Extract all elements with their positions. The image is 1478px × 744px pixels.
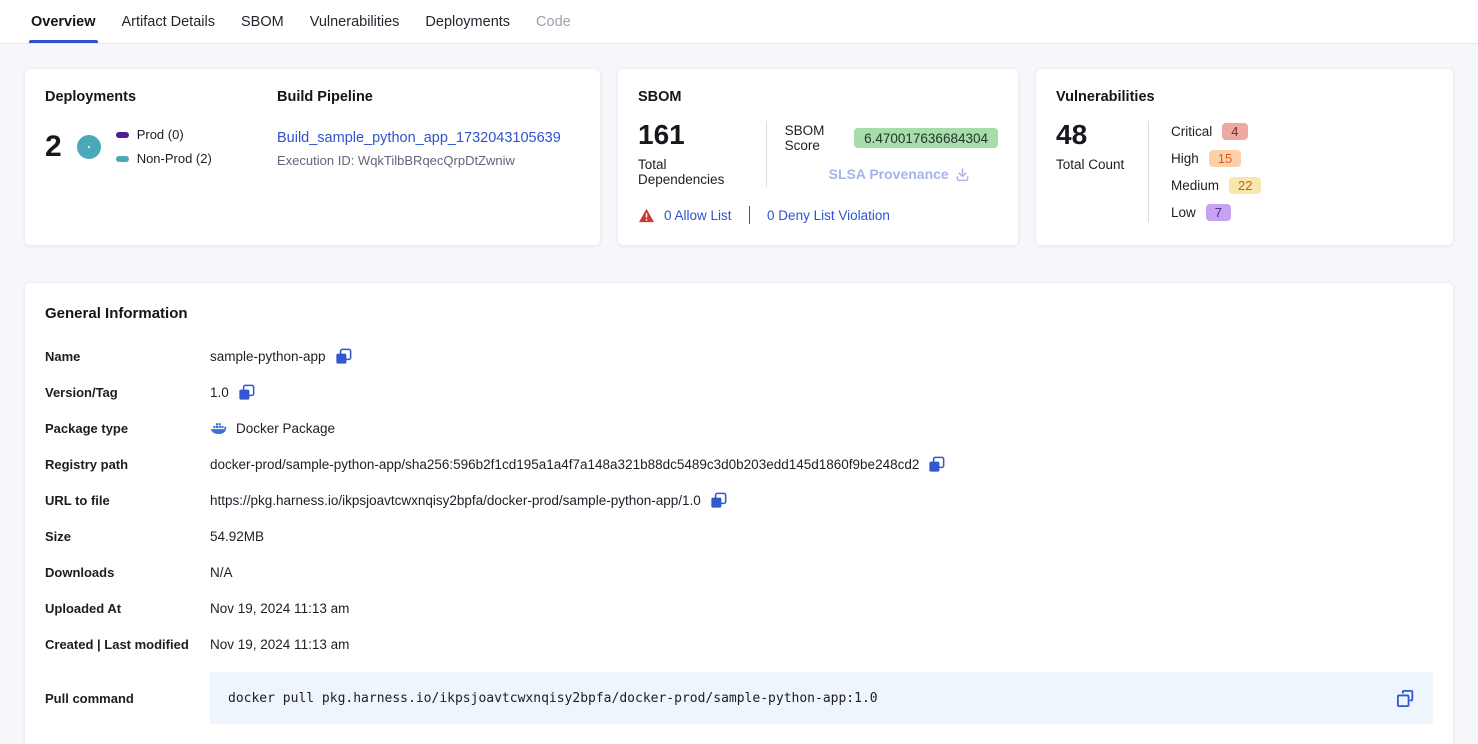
- vulnerabilities-card: Vulnerabilities 48 Total Count Critical …: [1035, 68, 1454, 246]
- name-value: sample-python-app: [210, 349, 326, 364]
- vulnerabilities-total-label: Total Count: [1056, 157, 1148, 172]
- copy-icon[interactable]: [710, 492, 727, 509]
- pull-command-label: Pull command: [45, 691, 210, 706]
- summary-cards-row: Deployments 2 Prod (0) Non-Prod (2): [24, 68, 1454, 246]
- pull-command-box: docker pull pkg.harness.io/ikpsjoavtcwxn…: [210, 672, 1433, 724]
- deployments-card: Deployments 2 Prod (0) Non-Prod (2): [24, 68, 601, 246]
- warning-icon: [638, 208, 655, 223]
- severity-row-low: Low 7: [1171, 202, 1261, 222]
- slsa-provenance-link[interactable]: SLSA Provenance: [829, 166, 998, 182]
- pull-command-text: docker pull pkg.harness.io/ikpsjoavtcwxn…: [228, 691, 878, 706]
- copy-icon[interactable]: [335, 348, 352, 365]
- row-downloads: Downloads N/A: [45, 554, 1433, 590]
- copy-icon[interactable]: [928, 456, 945, 473]
- sbom-score-badge: 6.470017636684304: [854, 128, 998, 148]
- package-type-label: Package type: [45, 421, 210, 436]
- legend-item-prod: Prod (0): [116, 127, 212, 142]
- high-label: High: [1171, 151, 1199, 166]
- uploaded-at-label: Uploaded At: [45, 601, 210, 616]
- download-icon: [955, 167, 970, 182]
- critical-count-badge: 4: [1222, 123, 1247, 140]
- low-label: Low: [1171, 205, 1196, 220]
- vertical-divider: [766, 121, 767, 187]
- row-package-type: Package type Docker Package: [45, 410, 1433, 446]
- medium-count-badge: 22: [1229, 177, 1261, 194]
- tab-overview[interactable]: Overview: [31, 0, 96, 43]
- critical-label: Critical: [1171, 124, 1212, 139]
- medium-label: Medium: [1171, 178, 1219, 193]
- created-modified-label: Created | Last modified: [45, 637, 210, 652]
- version-tag-value: 1.0: [210, 385, 229, 400]
- tab-code: Code: [536, 0, 571, 43]
- general-information-card: General Information Name sample-python-a…: [24, 282, 1454, 744]
- build-pipeline-title: Build Pipeline: [277, 89, 580, 105]
- deny-list-link[interactable]: 0 Deny List Violation: [767, 208, 890, 223]
- tab-sbom[interactable]: SBOM: [241, 0, 284, 43]
- sbom-total-count: 161: [638, 121, 748, 149]
- build-pipeline-link[interactable]: Build_sample_python_app_1732043105639: [277, 130, 580, 146]
- allow-list-link[interactable]: 0 Allow List: [664, 208, 732, 223]
- row-name: Name sample-python-app: [45, 338, 1433, 374]
- low-count-badge: 7: [1206, 204, 1231, 221]
- tab-bar: Overview Artifact Details SBOM Vulnerabi…: [0, 0, 1478, 44]
- registry-path-label: Registry path: [45, 457, 210, 472]
- url-to-file-value: https://pkg.harness.io/ikpsjoavtcwxnqisy…: [210, 493, 701, 508]
- vulnerabilities-total-count: 48: [1056, 121, 1148, 149]
- vulnerabilities-title: Vulnerabilities: [1056, 89, 1433, 105]
- row-version-tag: Version/Tag 1.0: [45, 374, 1433, 410]
- deployments-count: 2: [45, 132, 62, 162]
- slsa-provenance-label: SLSA Provenance: [829, 166, 949, 182]
- prod-legend-label: Prod (0): [137, 127, 184, 142]
- link-divider: [749, 206, 751, 224]
- general-information-title: General Information: [45, 305, 1433, 322]
- size-label: Size: [45, 529, 210, 544]
- sbom-total-label: Total Dependencies: [638, 157, 748, 187]
- url-to-file-label: URL to file: [45, 493, 210, 508]
- high-count-badge: 15: [1209, 150, 1241, 167]
- nonprod-legend-dot: [116, 156, 129, 162]
- package-type-value: Docker Package: [236, 421, 335, 436]
- registry-path-value: docker-prod/sample-python-app/sha256:596…: [210, 457, 919, 472]
- sbom-card: SBOM 161 Total Dependencies SBOM Score 6…: [617, 68, 1019, 246]
- copy-icon[interactable]: [238, 384, 255, 401]
- severity-row-medium: Medium 22: [1171, 175, 1261, 195]
- uploaded-at-value: Nov 19, 2024 11:13 am: [210, 601, 349, 616]
- name-label: Name: [45, 349, 210, 364]
- downloads-value: N/A: [210, 565, 233, 580]
- row-created-modified: Created | Last modified Nov 19, 2024 11:…: [45, 626, 1433, 662]
- vulnerabilities-total-stat: 48 Total Count: [1056, 121, 1148, 222]
- tab-vulnerabilities[interactable]: Vulnerabilities: [310, 0, 400, 43]
- main-content: Deployments 2 Prod (0) Non-Prod (2): [0, 44, 1478, 744]
- row-uploaded-at: Uploaded At Nov 19, 2024 11:13 am: [45, 590, 1433, 626]
- row-registry-path: Registry path docker-prod/sample-python-…: [45, 446, 1433, 482]
- docker-icon: [210, 421, 227, 435]
- deployments-donut-chart: [77, 135, 101, 159]
- prod-legend-dot: [116, 132, 129, 138]
- sbom-title: SBOM: [638, 89, 998, 105]
- sbom-score-label: SBOM Score: [785, 123, 846, 153]
- vertical-divider: [1148, 121, 1149, 222]
- row-url-to-file: URL to file https://pkg.harness.io/ikpsj…: [45, 482, 1433, 518]
- build-pipeline-section: Build Pipeline Build_sample_python_app_1…: [277, 89, 580, 225]
- page: Overview Artifact Details SBOM Vulnerabi…: [0, 0, 1478, 744]
- deployments-title: Deployments: [45, 89, 277, 105]
- severity-row-high: High 15: [1171, 148, 1261, 168]
- legend-item-nonprod: Non-Prod (2): [116, 151, 212, 166]
- severity-row-critical: Critical 4: [1171, 121, 1261, 141]
- version-tag-label: Version/Tag: [45, 385, 210, 400]
- nonprod-legend-label: Non-Prod (2): [137, 151, 212, 166]
- downloads-label: Downloads: [45, 565, 210, 580]
- deployments-legend: Prod (0) Non-Prod (2): [116, 127, 212, 166]
- copy-icon[interactable]: [1396, 689, 1415, 708]
- deployments-section: Deployments 2 Prod (0) Non-Prod (2): [45, 89, 277, 225]
- created-modified-value: Nov 19, 2024 11:13 am: [210, 637, 349, 652]
- sbom-total-stat: 161 Total Dependencies: [638, 121, 748, 187]
- severity-list: Critical 4 High 15 Medium 22 Low: [1171, 121, 1261, 222]
- execution-id-text: Execution ID: WqkTilbBRqecQrpDtZwniw: [277, 153, 580, 168]
- tab-deployments[interactable]: Deployments: [425, 0, 510, 43]
- row-pull-command: Pull command docker pull pkg.harness.io/…: [45, 672, 1433, 724]
- size-value: 54.92MB: [210, 529, 264, 544]
- row-size: Size 54.92MB: [45, 518, 1433, 554]
- tab-artifact-details[interactable]: Artifact Details: [122, 0, 215, 43]
